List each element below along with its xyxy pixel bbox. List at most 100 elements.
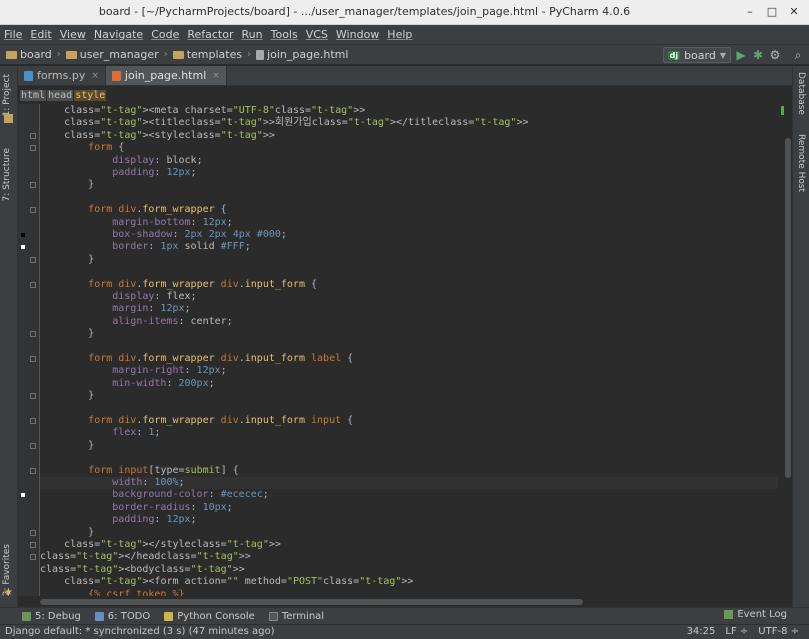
menu-file[interactable]: File bbox=[4, 28, 22, 41]
fold-marker-icon[interactable] bbox=[30, 145, 36, 152]
code-line[interactable]: border-radius: 10px; bbox=[40, 502, 778, 514]
fold-marker-icon[interactable] bbox=[30, 281, 36, 288]
code-line[interactable] bbox=[40, 403, 778, 415]
menu-view[interactable]: View bbox=[60, 28, 86, 41]
fold-marker-icon[interactable] bbox=[30, 442, 36, 449]
fold-marker-icon[interactable] bbox=[30, 256, 36, 263]
fold-marker-icon[interactable] bbox=[30, 132, 36, 139]
debug-icon[interactable]: ✱ bbox=[751, 48, 765, 62]
menu-tools[interactable]: Tools bbox=[271, 28, 298, 41]
code-line[interactable]: margin-bottom: 12px; bbox=[40, 217, 778, 229]
breadcrumb-templates[interactable]: templates bbox=[172, 48, 242, 61]
code-area[interactable]: class="t-tag"><meta charset="UTF-8"class… bbox=[40, 104, 778, 596]
code-line[interactable]: border: 1px solid #FFF; bbox=[40, 241, 778, 253]
code-editor[interactable]: class="t-tag"><meta charset="UTF-8"class… bbox=[18, 104, 778, 596]
code-line[interactable]: background-color: #ececec; bbox=[40, 489, 778, 501]
code-line[interactable]: } bbox=[40, 254, 778, 266]
code-line[interactable]: form input[type=submit] { bbox=[40, 465, 778, 477]
code-line[interactable]: class="t-tag"><titleclass="t-tag">>회원가입c… bbox=[40, 117, 778, 129]
code-line[interactable]: } bbox=[40, 390, 778, 402]
code-line[interactable]: class="t-tag"></styleclass="t-tag">> bbox=[40, 539, 778, 551]
code-line[interactable] bbox=[40, 266, 778, 278]
code-line[interactable]: padding: 12px; bbox=[40, 167, 778, 179]
code-line[interactable]: class="t-tag"><styleclass="t-tag">> bbox=[40, 130, 778, 142]
code-line[interactable]: class="t-tag"><form action="" method="PO… bbox=[40, 576, 778, 588]
scrollbar-thumb[interactable] bbox=[40, 599, 583, 605]
fold-marker-icon[interactable] bbox=[30, 418, 36, 424]
run-icon[interactable]: ▶ bbox=[734, 48, 748, 62]
code-line[interactable]: display: block; bbox=[40, 155, 778, 167]
menu-code[interactable]: Code bbox=[151, 28, 179, 41]
code-line[interactable]: padding: 12px; bbox=[40, 514, 778, 526]
tab-forms-py[interactable]: forms.py × bbox=[18, 66, 106, 85]
file-encoding[interactable]: UTF-8 ÷ bbox=[758, 626, 799, 637]
code-line[interactable]: } bbox=[40, 328, 778, 340]
menu-refactor[interactable]: Refactor bbox=[187, 28, 233, 41]
coverage-icon[interactable]: ⚙ bbox=[768, 48, 782, 62]
menu-help[interactable]: Help bbox=[387, 28, 412, 41]
line-separator[interactable]: LF ÷ bbox=[725, 626, 748, 637]
code-line[interactable]: form div.form_wrapper div.input_form inp… bbox=[40, 415, 778, 427]
code-line[interactable]: box-shadow: 2px 2px 4px #000; bbox=[40, 229, 778, 241]
tool-button-python-console[interactable]: Python Console bbox=[164, 611, 255, 622]
close-window-button[interactable]: ✕ bbox=[785, 3, 803, 21]
code-line[interactable]: form div.form_wrapper div.input_form lab… bbox=[40, 353, 778, 365]
tool-tab-remote-host[interactable]: Remote Host bbox=[796, 134, 806, 192]
code-line[interactable]: margin-right: 12px; bbox=[40, 365, 778, 377]
code-line[interactable]: width: 100%; bbox=[40, 477, 778, 490]
code-line[interactable]: } bbox=[40, 527, 778, 539]
run-configuration-dropdown[interactable]: dj board ▼ bbox=[662, 47, 731, 63]
tag-crumb-style[interactable]: style bbox=[74, 90, 107, 101]
code-line[interactable]: } bbox=[40, 440, 778, 452]
menu-window[interactable]: Window bbox=[336, 28, 379, 41]
menu-vcs[interactable]: VCS bbox=[306, 28, 328, 41]
fold-marker-icon[interactable] bbox=[30, 393, 36, 400]
code-line[interactable] bbox=[40, 341, 778, 353]
code-line[interactable]: align-items: center; bbox=[40, 316, 778, 328]
tool-button-terminal[interactable]: Terminal bbox=[268, 611, 324, 622]
menu-edit[interactable]: Edit bbox=[30, 28, 51, 41]
tab-join-page-html[interactable]: join_page.html × bbox=[105, 66, 227, 85]
caret-position[interactable]: 34:25 bbox=[687, 626, 716, 637]
close-icon[interactable]: × bbox=[91, 71, 99, 81]
breadcrumb-user-manager[interactable]: user_manager bbox=[65, 48, 159, 61]
code-line[interactable]: flex: 1; bbox=[40, 427, 778, 439]
tool-button-todo[interactable]: 6: TODO bbox=[94, 611, 150, 622]
event-log-button[interactable]: Event Log bbox=[724, 609, 787, 620]
code-line[interactable] bbox=[40, 452, 778, 464]
code-line[interactable]: display: flex; bbox=[40, 291, 778, 303]
fold-marker-icon[interactable] bbox=[30, 542, 36, 548]
tool-tab-project[interactable]: 1: Project bbox=[2, 74, 12, 116]
code-line[interactable]: class="t-tag"><bodyclass="t-tag">> bbox=[40, 564, 778, 576]
code-line[interactable]: form { bbox=[40, 142, 778, 154]
code-line[interactable] bbox=[40, 192, 778, 204]
code-line[interactable]: class="t-tag"><meta charset="UTF-8"class… bbox=[40, 105, 778, 117]
search-icon[interactable]: ⌕ bbox=[791, 48, 805, 62]
fold-marker-icon[interactable] bbox=[30, 331, 36, 338]
code-line[interactable]: {% csrf_token %} bbox=[40, 589, 778, 596]
code-line[interactable]: } bbox=[40, 179, 778, 191]
tool-tab-database[interactable]: Database bbox=[796, 72, 806, 115]
fold-marker-icon[interactable] bbox=[30, 529, 36, 536]
vertical-scrollbar[interactable] bbox=[784, 104, 792, 596]
close-icon[interactable]: × bbox=[212, 71, 220, 81]
code-line[interactable]: form div.form_wrapper { bbox=[40, 204, 778, 216]
tool-tab-structure[interactable]: 7: Structure bbox=[2, 148, 12, 202]
tag-crumb-head[interactable]: head bbox=[47, 90, 74, 101]
breadcrumb-board[interactable]: board bbox=[6, 48, 52, 61]
fold-marker-icon[interactable] bbox=[30, 467, 36, 474]
menu-navigate[interactable]: Navigate bbox=[94, 28, 143, 41]
scrollbar-thumb[interactable] bbox=[785, 138, 791, 478]
breadcrumb-join-page[interactable]: join_page.html bbox=[256, 48, 348, 61]
code-line[interactable]: min-width: 200px; bbox=[40, 378, 778, 390]
tag-crumb-html[interactable]: html bbox=[20, 90, 47, 101]
tool-button-debug[interactable]: 5: Debug bbox=[22, 611, 81, 622]
fold-marker-icon[interactable] bbox=[30, 356, 36, 362]
maximize-button[interactable]: □ bbox=[763, 3, 781, 21]
code-line[interactable]: margin: 12px; bbox=[40, 303, 778, 315]
minimize-button[interactable]: – bbox=[741, 3, 759, 21]
code-line[interactable]: form div.form_wrapper div.input_form { bbox=[40, 279, 778, 291]
fold-marker-icon[interactable] bbox=[30, 207, 36, 214]
fold-marker-icon[interactable] bbox=[30, 554, 36, 561]
horizontal-scrollbar[interactable] bbox=[40, 598, 778, 606]
